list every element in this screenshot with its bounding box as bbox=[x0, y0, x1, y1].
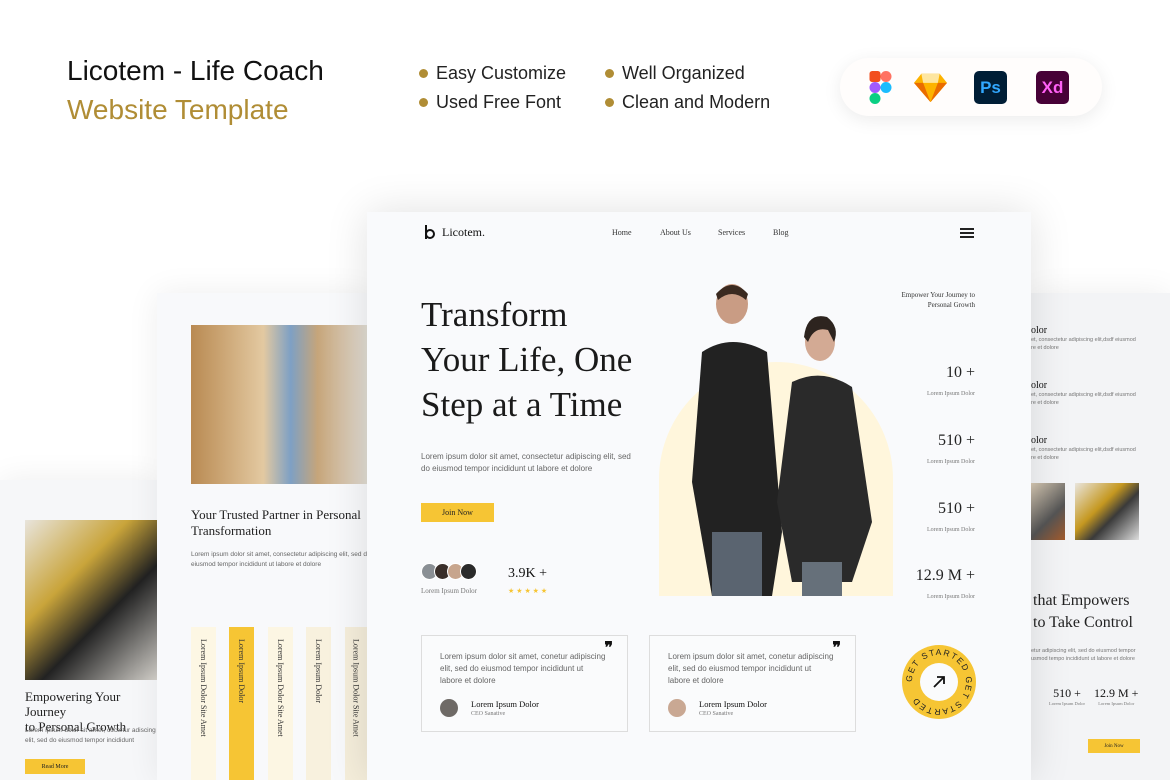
nav-services[interactable]: Services bbox=[718, 228, 745, 237]
avatar bbox=[668, 699, 686, 717]
hero-text: Lorem ipsum dolor sit amet, consectetur … bbox=[421, 452, 631, 473]
rating-stars: ★ ★ ★ ★ ★ bbox=[508, 588, 548, 595]
stat: 12.9 M + Lorem Ipsum Dolor bbox=[1094, 686, 1139, 706]
testimonial-text: Lorem ipsum dolor sit amet, conetur adip… bbox=[440, 652, 606, 685]
right-preview: olor et, consectetur adipiscing elit,dsdf… bbox=[1031, 293, 1170, 780]
section-heading: Your Trusted Partner in Personal Transfor… bbox=[191, 507, 361, 538]
menu-icon[interactable] bbox=[960, 228, 974, 238]
avatar-group bbox=[421, 563, 477, 580]
section-text: Lorem ipsum dolor sit amet, consectetur … bbox=[191, 551, 371, 568]
left-preview: Your Trusted Partner in Personal Transfor… bbox=[157, 293, 372, 780]
service-column[interactable]: Lorem Ipsum Dolor Site Amet bbox=[268, 627, 293, 780]
feature-list: olor et, consectetur adipiscing elit,dsdf… bbox=[1031, 325, 1136, 461]
service-column[interactable]: Lorem Ipsum Dolor bbox=[229, 627, 254, 780]
service-column[interactable]: Lorem Ipsum Dolor Site Amet bbox=[191, 627, 216, 780]
team-photo bbox=[1031, 483, 1065, 540]
logo-text: Licotem. bbox=[442, 225, 485, 239]
feature-item: Clean and Modern bbox=[605, 92, 770, 113]
testimonial-card: ❞ Lorem ipsum dolor sit amet, conetur ad… bbox=[421, 635, 628, 732]
author-role: CEO Sanative bbox=[699, 711, 734, 717]
nav-home[interactable]: Home bbox=[612, 228, 632, 237]
bullet-icon bbox=[605, 98, 614, 107]
service-column[interactable]: Lorem Ipsum Dolor Site Amet bbox=[345, 627, 367, 780]
page-subtitle: Website Template bbox=[67, 94, 289, 125]
quote-icon: ❞ bbox=[832, 640, 841, 657]
coaching-photo bbox=[25, 520, 160, 680]
tools-pill: Ps Xd bbox=[840, 58, 1102, 116]
bullet-icon bbox=[605, 69, 614, 78]
nav-blog[interactable]: Blog bbox=[773, 228, 789, 237]
main-preview: Licotem. Home About Us Services Blog Tra… bbox=[367, 212, 1031, 780]
team-photo bbox=[1075, 483, 1139, 540]
read-more-button[interactable]: Read More bbox=[25, 759, 85, 774]
join-now-button[interactable]: Join Now bbox=[421, 503, 494, 522]
stat: 510 + Lorem Ipsum Dolor bbox=[1049, 686, 1085, 706]
author-role: CEO Sanative bbox=[471, 711, 506, 717]
tagline: Empower Your Journey to Personal Growth bbox=[901, 291, 976, 309]
author-name: Lorem Ipsum Dolor bbox=[699, 699, 767, 709]
avatar bbox=[440, 699, 458, 717]
bullet-icon bbox=[419, 69, 428, 78]
stat: 12.9 M + Lorem Ipsum Dolor bbox=[915, 567, 975, 600]
testimonial-card: ❞ Lorem ipsum dolor sit amet, conetur ad… bbox=[649, 635, 856, 732]
bullet-icon bbox=[419, 98, 428, 107]
hero-people-image bbox=[692, 284, 872, 596]
feature-item: Easy Customize bbox=[419, 63, 566, 84]
stat: 510 + Lorem Ipsum Dolor bbox=[927, 432, 975, 465]
hero-title: Transform Your Life, One Step at a Time bbox=[421, 295, 633, 424]
community-count: 3.9K + bbox=[508, 566, 548, 581]
community-label: Lorem Ipsum Dolor bbox=[421, 587, 477, 595]
photoshop-icon: Ps bbox=[974, 71, 1007, 104]
stat: 10 + Lorem Ipsum Dolor bbox=[927, 364, 975, 397]
logo-icon bbox=[425, 225, 435, 239]
section-text: etur adipiscing elit, sed do eiusmod tem… bbox=[1031, 648, 1136, 662]
service-column[interactable]: Lorem Ipsum Dolor bbox=[306, 627, 331, 780]
office-photo bbox=[191, 325, 372, 484]
xd-icon: Xd bbox=[1036, 71, 1069, 104]
avatar bbox=[460, 563, 477, 580]
nav-about[interactable]: About Us bbox=[660, 228, 691, 237]
author-name: Lorem Ipsum Dolor bbox=[471, 699, 539, 709]
get-started-badge[interactable]: GET STARTED GET STARTED bbox=[901, 644, 977, 720]
section-text: Lorem ipsum dolor sit amet, coctetur adi… bbox=[25, 727, 156, 744]
feature-item: Used Free Font bbox=[419, 92, 561, 113]
quote-icon: ❞ bbox=[604, 640, 613, 657]
stat: 510 + Lorem Ipsum Dolor bbox=[927, 500, 975, 533]
section-heading: that Empowers to Take Control bbox=[1033, 592, 1133, 631]
feature-item: Well Organized bbox=[605, 63, 745, 84]
far-left-preview: Empowering Your Journey to Personal Growt… bbox=[0, 480, 160, 780]
join-now-button[interactable]: Join Now bbox=[1088, 739, 1140, 753]
figma-icon bbox=[869, 71, 892, 104]
page-title: Licotem - Life Coach bbox=[67, 55, 324, 86]
sketch-icon bbox=[914, 73, 947, 103]
testimonial-text: Lorem ipsum dolor sit amet, conetur adip… bbox=[668, 652, 834, 685]
